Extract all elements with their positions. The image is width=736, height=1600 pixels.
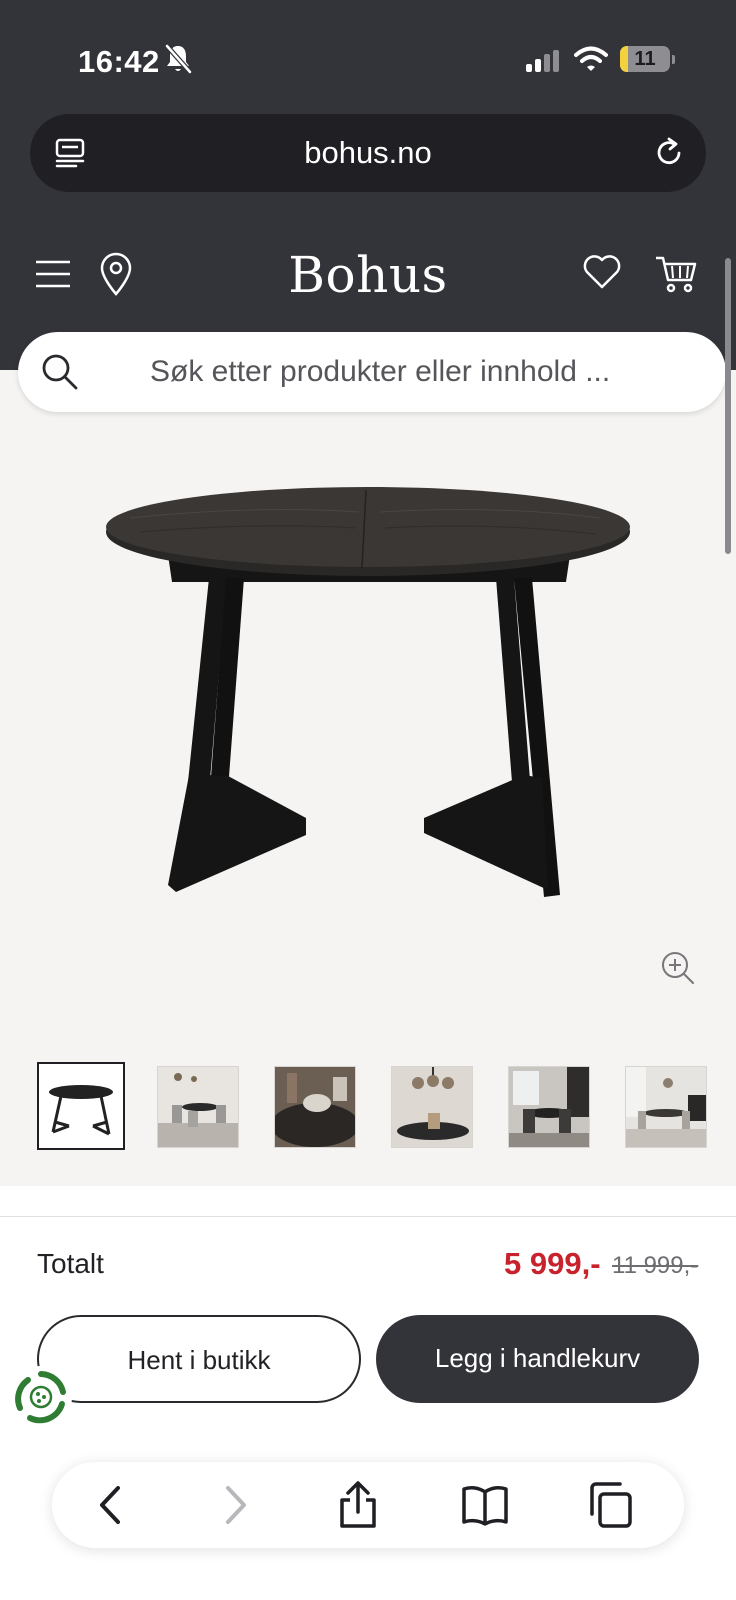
thumbnail-6[interactable]	[625, 1066, 707, 1148]
search-input[interactable]: Søk etter produkter eller innhold ...	[150, 332, 610, 412]
battery-icon: 11	[620, 46, 675, 72]
address-bar[interactable]: bohus.no	[30, 114, 706, 192]
search-field[interactable]: Søk etter produkter eller innhold ...	[18, 332, 726, 412]
pickup-in-store-button[interactable]: Hent i butikk	[37, 1315, 361, 1403]
eco-badge[interactable]	[10, 1366, 72, 1428]
product-main-image[interactable]	[0, 412, 736, 1042]
browser-toolbar	[52, 1462, 684, 1548]
forward-icon[interactable]	[216, 1480, 256, 1535]
search-icon[interactable]	[40, 352, 80, 397]
share-icon[interactable]	[336, 1480, 380, 1535]
thumbnail-4[interactable]	[391, 1066, 473, 1148]
status-bar: 16:42 11	[0, 30, 736, 90]
cellular-signal-icon	[526, 50, 562, 77]
thumbnail-3[interactable]	[274, 1066, 356, 1148]
add-to-cart-button[interactable]: Legg i handlekurv	[376, 1315, 699, 1403]
zoom-in-icon[interactable]	[660, 950, 696, 991]
tabs-icon[interactable]	[586, 1480, 634, 1535]
thumbnail-2[interactable]	[157, 1066, 239, 1148]
url-text[interactable]: bohus.no	[30, 114, 706, 192]
recycle-leaf-icon	[15, 1371, 66, 1424]
cart-icon[interactable]	[654, 254, 698, 299]
thumbnail-strip	[0, 1062, 736, 1152]
total-label: Totalt	[37, 1248, 104, 1279]
bohus-logo[interactable]: Bohus	[0, 246, 736, 304]
bookmarks-icon[interactable]	[460, 1480, 510, 1535]
heart-icon[interactable]	[582, 254, 622, 295]
back-icon[interactable]	[90, 1480, 130, 1535]
thumbnail-1[interactable]	[37, 1062, 125, 1150]
sale-price: 5 999,-	[504, 1246, 601, 1281]
reload-icon[interactable]	[652, 136, 686, 175]
original-price: 11 999,-	[612, 1252, 699, 1279]
bell-slash-icon	[163, 42, 193, 81]
status-time: 16:42	[78, 44, 160, 79]
thumbnail-5[interactable]	[508, 1066, 590, 1148]
site-header: Bohus	[0, 240, 736, 320]
panel-divider	[0, 1216, 736, 1217]
battery-level: 11	[634, 48, 656, 70]
wifi-icon	[574, 45, 608, 78]
